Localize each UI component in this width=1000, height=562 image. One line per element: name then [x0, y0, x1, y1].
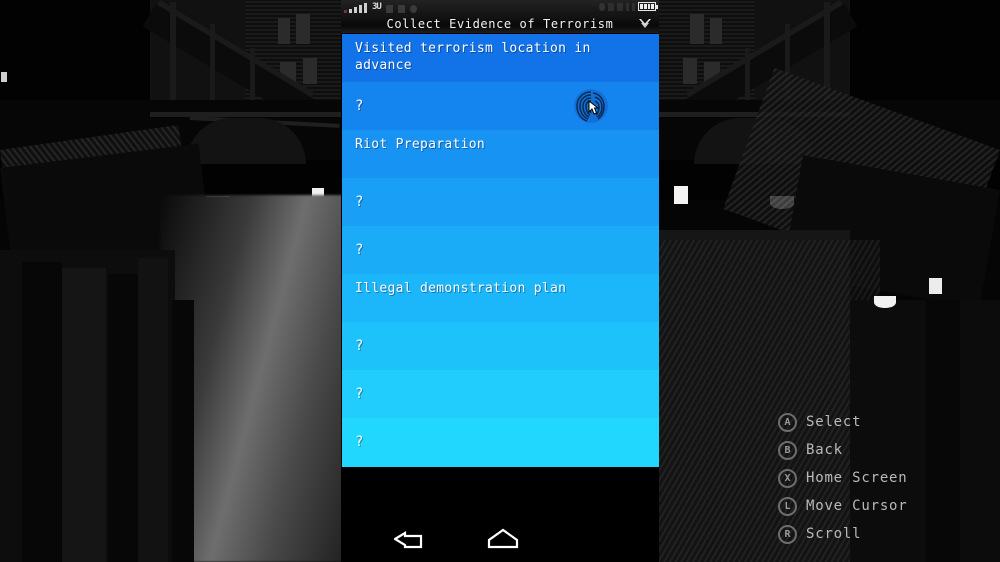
evidence-row-unknown[interactable]: ?	[342, 82, 659, 130]
signal-bar-2	[354, 7, 357, 13]
button-hint-label: Move Cursor	[806, 498, 908, 514]
fingerprint-icon[interactable]	[573, 88, 609, 124]
button-hint-legend: A Select B Back X Home Screen L Move Cursor R Scr…	[778, 408, 993, 548]
button-hint-label: Back	[806, 442, 843, 458]
bluetooth-icon	[385, 5, 393, 13]
phone-nav-bar	[341, 467, 659, 562]
status-bar-right	[599, 2, 658, 11]
antenna-icon	[617, 2, 623, 11]
pause-bars-icon	[626, 2, 629, 11]
evidence-row-label: ?	[355, 385, 364, 402]
button-hint: B Back	[778, 436, 993, 464]
evidence-row-label: ?	[355, 241, 364, 258]
button-glyph-x-icon: X	[778, 468, 797, 488]
evidence-row[interactable]: Riot Preparation	[342, 130, 659, 178]
phone-device: 3U Collect Evidence of Terrorism Visited…	[341, 0, 659, 562]
evidence-row-label: ?	[355, 193, 364, 210]
button-hint: A Select	[778, 408, 993, 436]
button-hint-label: Select	[806, 414, 862, 430]
evidence-row-unknown[interactable]: ?	[342, 418, 659, 467]
button-glyph-a-icon: A	[778, 412, 797, 432]
evidence-row-label: Visited terrorism location in advance	[355, 41, 591, 73]
evidence-list[interactable]: Visited terrorism location in advance? Ri…	[342, 34, 659, 467]
button-hint: X Home Screen	[778, 464, 993, 492]
evidence-row[interactable]: Illegal demonstration plan	[342, 274, 659, 322]
evidence-row-unknown[interactable]: ?	[342, 370, 659, 418]
evidence-row-label: Illegal demonstration plan	[355, 281, 567, 296]
signal-bar-3	[359, 5, 362, 13]
evidence-row-label: ?	[355, 97, 364, 114]
battery-icon	[638, 2, 658, 11]
evidence-row-label: Riot Preparation	[355, 137, 486, 152]
button-hint-label: Scroll	[806, 526, 862, 542]
page-title: Collect Evidence of Terrorism	[386, 16, 614, 31]
chevron-down-icon[interactable]	[637, 16, 653, 31]
button-hint: R Scroll	[778, 520, 993, 548]
button-hint-label: Home Screen	[806, 470, 908, 486]
signal-bar-1	[349, 9, 352, 13]
notification-dot-icon	[599, 2, 605, 11]
status-bar-left: 3U	[344, 1, 417, 13]
game-screen: 3U Collect Evidence of Terrorism Visited…	[0, 0, 1000, 562]
button-glyph-l-icon: L	[778, 496, 797, 516]
evidence-row-unknown[interactable]: ?	[342, 322, 659, 370]
signal-bar-4	[364, 3, 367, 13]
evidence-row-unknown[interactable]: ?	[342, 226, 659, 274]
home-icon[interactable]	[486, 527, 520, 551]
evidence-row[interactable]: Visited terrorism location in advance	[342, 34, 659, 82]
chevron-small-icon	[608, 2, 614, 11]
phone-title-bar: Collect Evidence of Terrorism	[341, 14, 659, 33]
signal-bar-0	[344, 10, 347, 13]
evidence-row-label: ?	[355, 434, 364, 450]
back-arrow-icon[interactable]	[394, 527, 426, 551]
alarm-icon	[409, 5, 417, 13]
evidence-row-unknown[interactable]: ?	[342, 178, 659, 226]
button-glyph-b-icon: B	[778, 440, 797, 460]
pause-bars-icon-2	[632, 2, 635, 11]
button-glyph-r-icon: R	[778, 524, 797, 544]
evidence-row-label: ?	[355, 337, 364, 354]
background-left	[0, 0, 345, 562]
sync-icon	[397, 5, 405, 13]
network-type-label: 3U	[372, 2, 382, 12]
button-hint: L Move Cursor	[778, 492, 993, 520]
phone-status-bar: 3U	[341, 0, 659, 14]
